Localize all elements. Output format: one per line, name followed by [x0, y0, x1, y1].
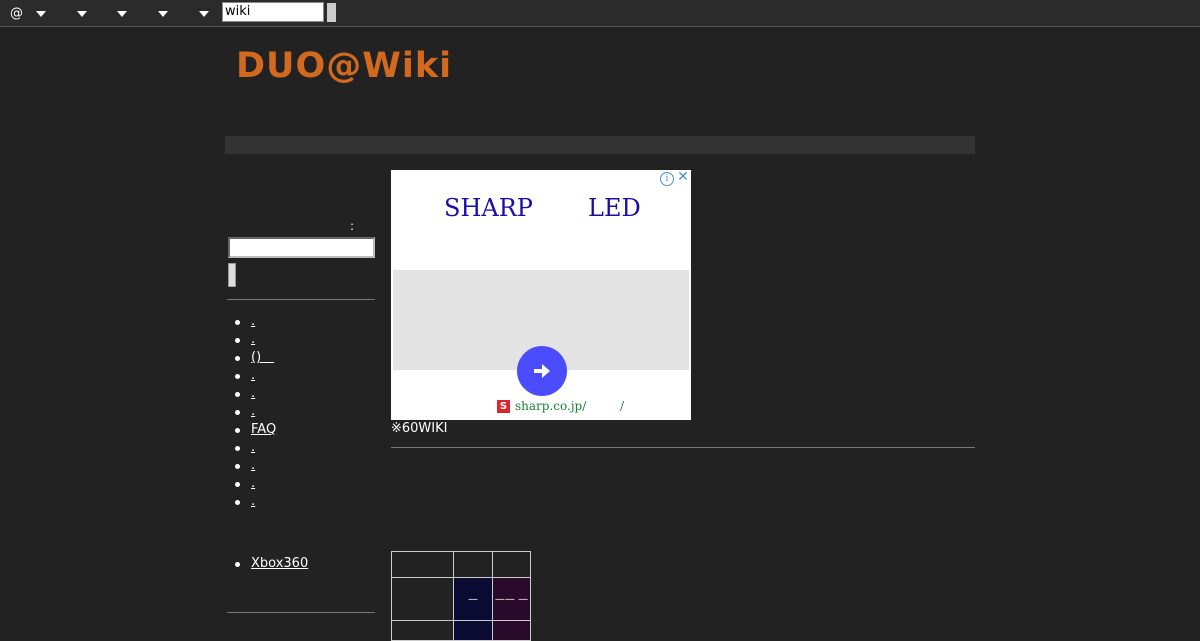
sharp-logo-icon: S — [497, 400, 510, 413]
table-cell — [391, 620, 454, 641]
table-cell — [492, 551, 531, 578]
nav-strip — [225, 136, 975, 154]
sidebar-menu-item: . — [227, 385, 276, 403]
sidebar-menu-item: . — [227, 331, 276, 349]
sidebar-menu: .. () ... FAQ.... — [227, 313, 276, 511]
sidebar-menu-link[interactable]: FAQ — [251, 422, 276, 437]
sidebar-menu-link[interactable]: . — [251, 458, 255, 473]
sidebar-menu-item: . — [227, 475, 276, 493]
sidebar-menu-item: . — [227, 313, 276, 331]
ad-go-button[interactable] — [517, 346, 567, 396]
sidebar-menu-link[interactable]: . — [251, 476, 255, 491]
sidebar-search-input[interactable] — [228, 237, 375, 258]
table-cell — [492, 620, 531, 641]
divider — [227, 612, 375, 613]
wiki-search-button[interactable] — [327, 3, 336, 22]
ad-close-icon[interactable]: ✕ — [676, 170, 690, 184]
sidebar-menu-item: . — [227, 457, 276, 475]
ad-url[interactable]: sharp.co.jp/ — [515, 399, 586, 413]
search-label: : — [350, 219, 355, 233]
table-cell — [453, 551, 493, 578]
sidebar-menu-link[interactable]: () — [251, 350, 274, 365]
table-cell — [391, 551, 454, 578]
ad-headline-product[interactable]: LED — [588, 194, 641, 222]
sidebar-menu-item: . — [227, 403, 276, 421]
sidebar-menu-link[interactable]: . — [251, 314, 255, 329]
arrow-right-icon — [534, 364, 550, 378]
sidebar-search-button[interactable] — [228, 263, 236, 287]
sidebar-menu-link[interactable]: Xbox360 — [251, 556, 308, 571]
sidebar-menu-platform: Xbox360 — [227, 555, 308, 573]
sidebar-menu-item: () — [227, 349, 276, 367]
divider — [391, 447, 975, 448]
sidebar-menu-item: . — [227, 367, 276, 385]
sidebar-menu-link[interactable]: . — [251, 386, 255, 401]
sidebar-menu-item: FAQ — [227, 421, 276, 439]
ad-url-suffix: / — [620, 399, 625, 413]
sidebar-menu-item: . — [227, 439, 276, 457]
table-cell: — — [453, 577, 493, 621]
notice-text: ※60WIKI — [391, 421, 448, 436]
ad-headline-brand[interactable]: SHARP — [444, 194, 533, 222]
sidebar-menu-link[interactable]: . — [251, 440, 255, 455]
table-cell — [391, 577, 454, 621]
menu-5-chevron-down-icon[interactable] — [199, 11, 209, 17]
table-cell: —— — — [492, 577, 531, 621]
menu-4-chevron-down-icon[interactable] — [158, 11, 168, 17]
wiki-search-input[interactable]: wiki — [222, 2, 324, 22]
menu-3-chevron-down-icon[interactable] — [117, 11, 127, 17]
sidebar-menu-link[interactable]: . — [251, 494, 255, 509]
advertisement[interactable]: i ✕ SHARP LED S sharp.co.jp/ / — [391, 170, 691, 420]
table-cell — [453, 620, 493, 641]
site-title[interactable]: DUO@Wiki — [236, 46, 452, 86]
top-toolbar: @ wiki — [0, 0, 1200, 27]
sidebar-menu-item: . — [227, 493, 276, 511]
sidebar-menu-link[interactable]: . — [251, 368, 255, 383]
ad-info-icon[interactable]: i — [660, 172, 674, 186]
info-table: — —— — — [391, 551, 531, 641]
sidebar-menu-item: Xbox360 — [227, 555, 308, 573]
atwiki-logo[interactable]: @ — [10, 6, 23, 21]
menu-2-chevron-down-icon[interactable] — [77, 11, 87, 17]
divider — [227, 299, 375, 300]
menu-1-chevron-down-icon[interactable] — [36, 11, 46, 17]
sidebar-menu-link[interactable]: . — [251, 332, 255, 347]
sidebar-menu-link[interactable]: . — [251, 404, 255, 419]
